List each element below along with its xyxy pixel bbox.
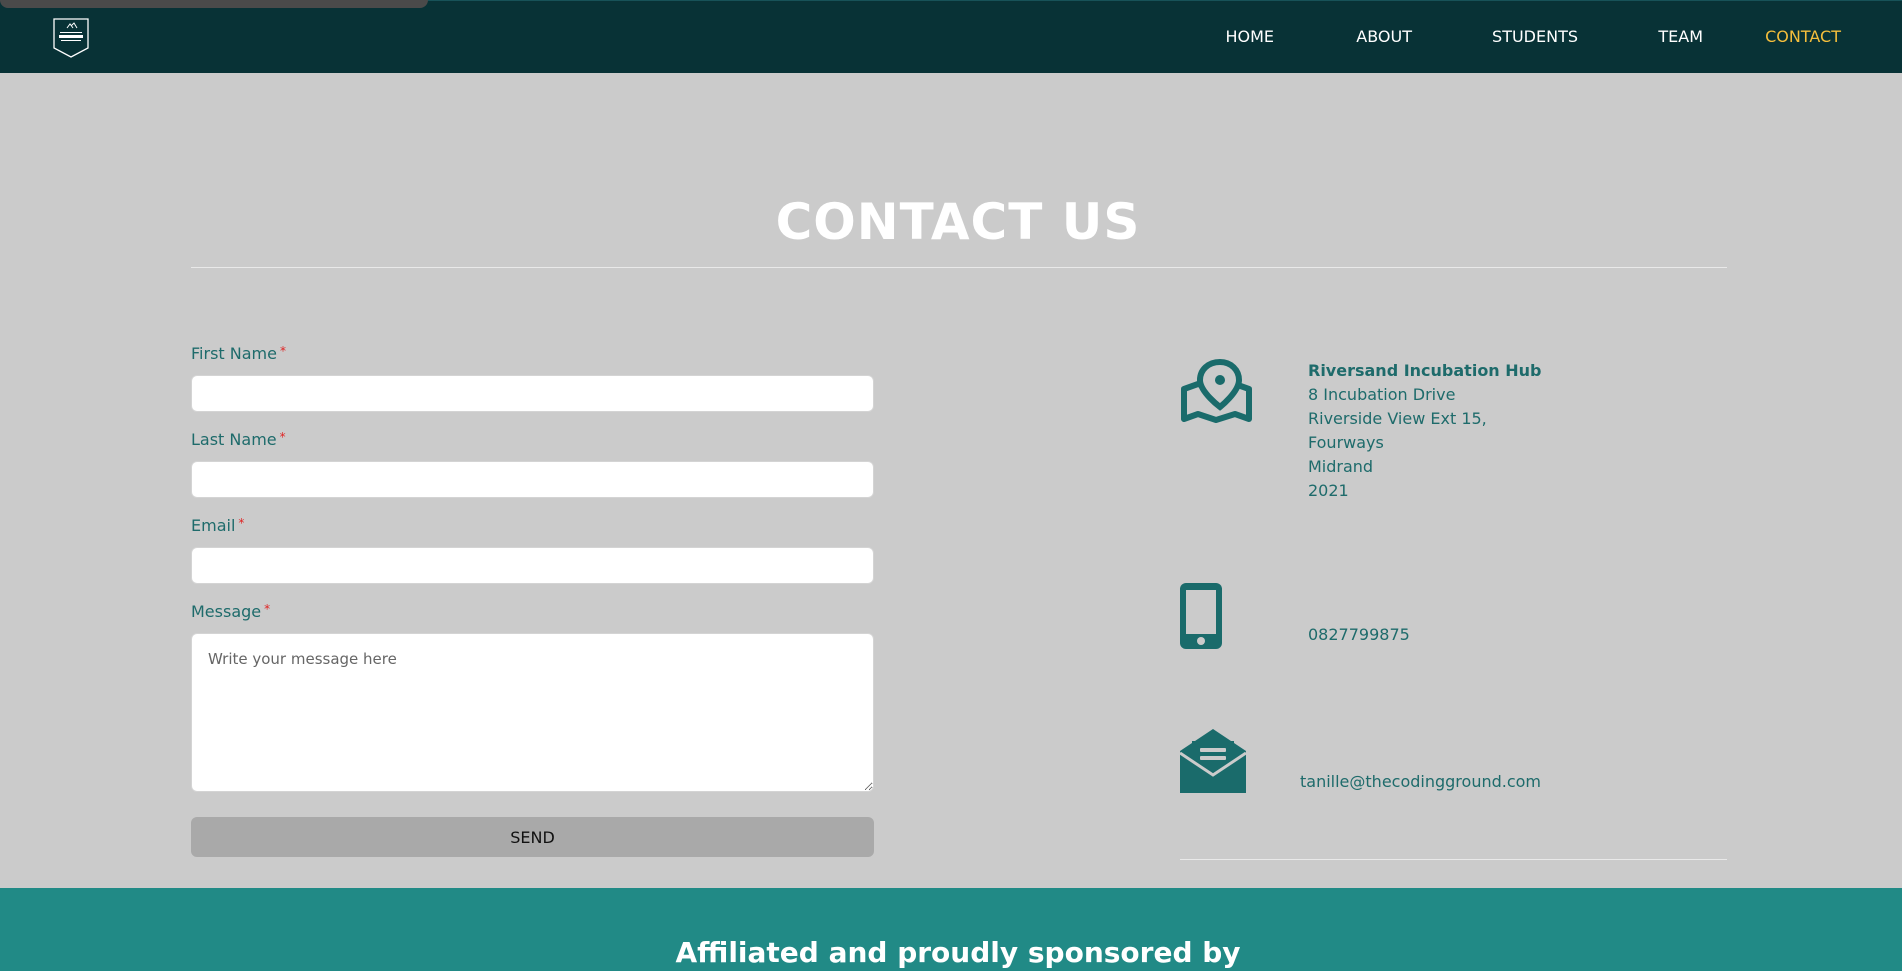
nav-students[interactable]: STUDENTS <box>1492 27 1578 46</box>
required-asterisk: * <box>264 602 271 616</box>
address-line: Midrand <box>1308 457 1374 476</box>
message-textarea[interactable] <box>191 633 874 792</box>
mobile-phone-icon <box>1180 583 1222 649</box>
address-line: 2021 <box>1308 481 1349 500</box>
required-asterisk: * <box>279 344 286 358</box>
nav-contact[interactable]: CONTACT <box>1765 27 1841 46</box>
email-label: Email * <box>191 516 244 535</box>
nav-about[interactable]: ABOUT <box>1356 27 1412 46</box>
nav-team[interactable]: TEAM <box>1658 27 1703 46</box>
title-divider <box>191 267 1727 268</box>
address-line: Riverside View Ext 15, <box>1308 409 1487 428</box>
last-name-label-text: Last Name <box>191 430 277 449</box>
last-name-label: Last Name * <box>191 430 286 449</box>
address-block: Riversand Incubation Hub 8 Incubation Dr… <box>1308 359 1542 503</box>
email-label-text: Email <box>191 516 236 535</box>
site-header: HOME ABOUT STUDENTS TEAM CONTACT <box>0 0 1902 73</box>
first-name-label: First Name * <box>191 344 286 363</box>
send-button[interactable]: SEND <box>191 817 874 857</box>
map-pin-icon <box>1181 359 1252 423</box>
phone-number[interactable]: 0827799875 <box>1308 623 1410 647</box>
message-label: Message * <box>191 602 270 621</box>
required-asterisk: * <box>238 516 245 530</box>
contact-info-divider <box>1180 859 1727 860</box>
envelope-open-icon <box>1180 729 1246 793</box>
address-line: Fourways <box>1308 433 1384 452</box>
email-input[interactable] <box>191 547 874 584</box>
page-title: CONTACT US <box>775 193 1141 251</box>
first-name-label-text: First Name <box>191 344 277 363</box>
message-label-text: Message <box>191 602 262 621</box>
nav-home[interactable]: HOME <box>1225 27 1274 46</box>
last-name-input[interactable] <box>191 461 874 498</box>
footer-heading: Affiliated and proudly sponsored by <box>675 936 1241 969</box>
site-logo[interactable] <box>53 18 89 58</box>
browser-top-strip <box>0 0 428 8</box>
coding-ground-logo-icon <box>53 18 89 58</box>
email-address[interactable]: tanille@thecodingground.com <box>1300 770 1541 794</box>
first-name-input[interactable] <box>191 375 874 412</box>
address-name: Riversand Incubation Hub <box>1308 361 1542 380</box>
address-line: 8 Incubation Drive <box>1308 385 1456 404</box>
required-asterisk: * <box>279 430 286 444</box>
sponsors-footer: Affiliated and proudly sponsored by <box>0 888 1902 971</box>
